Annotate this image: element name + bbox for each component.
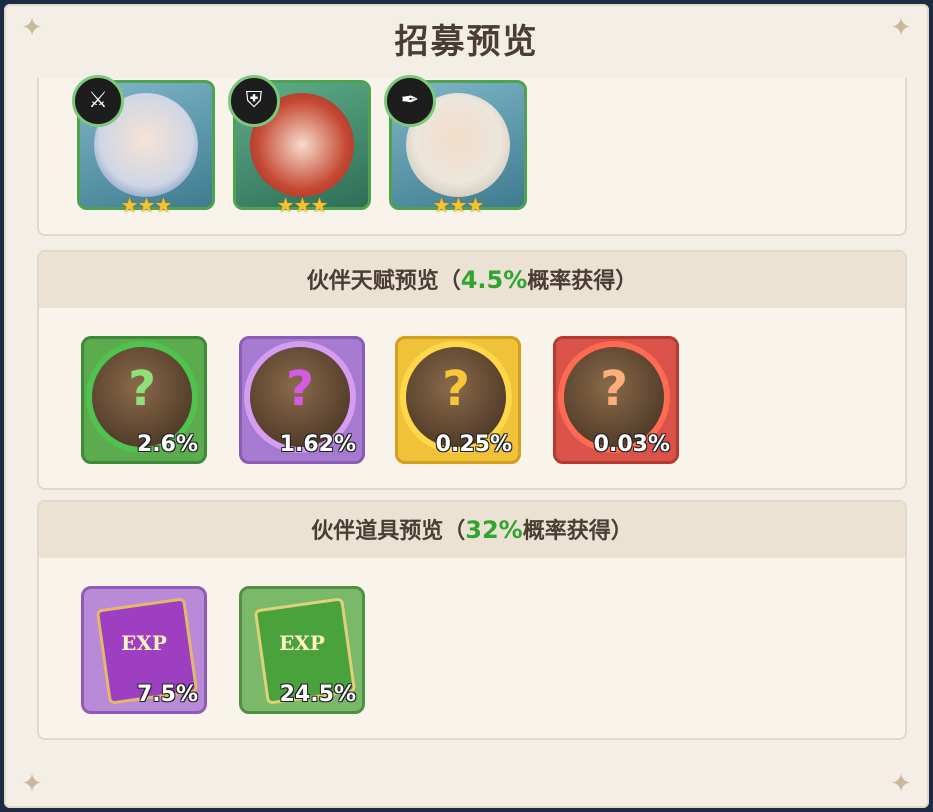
question-mark-icon: ? xyxy=(442,361,470,417)
recruit-preview-panel: ✦ ✦ ✦ ✦ 招募预览 ⚔ ★★★ ⛨ ★★★ ✒ ★★★ 伙伴天赋预览（4.… xyxy=(4,4,929,808)
question-mark-icon: ? xyxy=(600,361,628,417)
sword-icon: ⚔ xyxy=(72,75,124,127)
page-title: 招募预览 xyxy=(394,22,539,62)
star-rating: ★★★ xyxy=(276,193,329,217)
talent-card-rate: 0.25% xyxy=(435,432,512,457)
talent-preview-section: 伙伴天赋预览（4.5%概率获得） ? 2.6% ? 1.62% ? 0.25% … xyxy=(37,250,907,490)
item-preview-section: 伙伴道具预览（32%概率获得） EXP 7.5% EXP 24.5% xyxy=(37,500,907,740)
exp-label: EXP xyxy=(279,631,325,655)
corner-ornament-icon: ✦ xyxy=(21,769,43,799)
talent-card-rate: 1.62% xyxy=(279,432,356,457)
exp-label: EXP xyxy=(121,631,167,655)
question-mark-icon: ? xyxy=(286,361,314,417)
corner-ornament-icon: ✦ xyxy=(890,769,912,799)
item-section-header: 伙伴道具预览（32%概率获得） xyxy=(39,502,905,558)
star-rating: ★★★ xyxy=(120,193,173,217)
talent-card-green[interactable]: ? 2.6% xyxy=(81,336,207,464)
talent-card-red[interactable]: ? 0.03% xyxy=(553,336,679,464)
feather-icon: ✒ xyxy=(384,75,436,127)
hero-section: ⚔ ★★★ ⛨ ★★★ ✒ ★★★ xyxy=(37,75,907,236)
item-rate: 32% xyxy=(465,516,523,544)
talent-rate: 4.5% xyxy=(460,266,528,294)
star-rating: ★★★ xyxy=(432,193,485,217)
item-card-rate: 24.5% xyxy=(279,682,356,707)
talent-card-purple[interactable]: ? 1.62% xyxy=(239,336,365,464)
talent-card-rate: 2.6% xyxy=(136,432,198,457)
hero-card-3[interactable]: ✒ ★★★ xyxy=(384,75,527,217)
talent-card-gold[interactable]: ? 0.25% xyxy=(395,336,521,464)
hero-card-1[interactable]: ⚔ ★★★ xyxy=(72,75,215,217)
talent-card-rate: 0.03% xyxy=(593,432,670,457)
item-card-rate: 7.5% xyxy=(136,682,198,707)
hero-card-2[interactable]: ⛨ ★★★ xyxy=(228,75,371,217)
exp-book-green[interactable]: EXP 24.5% xyxy=(239,586,365,714)
question-mark-icon: ? xyxy=(128,361,156,417)
talent-section-header: 伙伴天赋预览（4.5%概率获得） xyxy=(39,252,905,308)
exp-book-purple[interactable]: EXP 7.5% xyxy=(81,586,207,714)
shield-icon: ⛨ xyxy=(228,75,280,127)
